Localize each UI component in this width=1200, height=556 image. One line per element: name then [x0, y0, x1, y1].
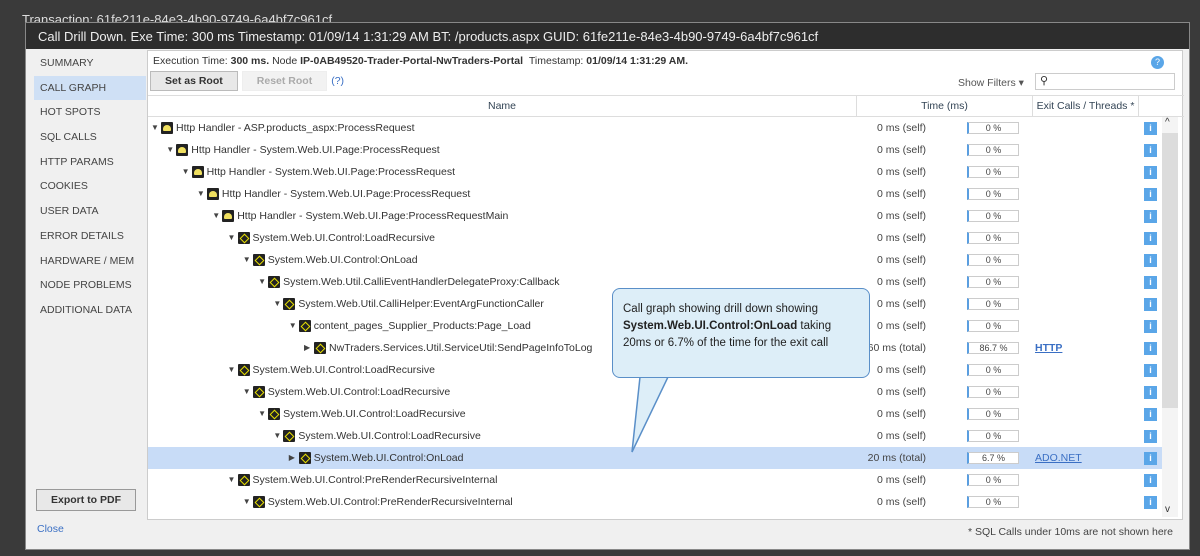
annotation-callout: Call graph showing drill down showing Sy…: [612, 288, 870, 378]
callout-pointer: [631, 376, 670, 453]
